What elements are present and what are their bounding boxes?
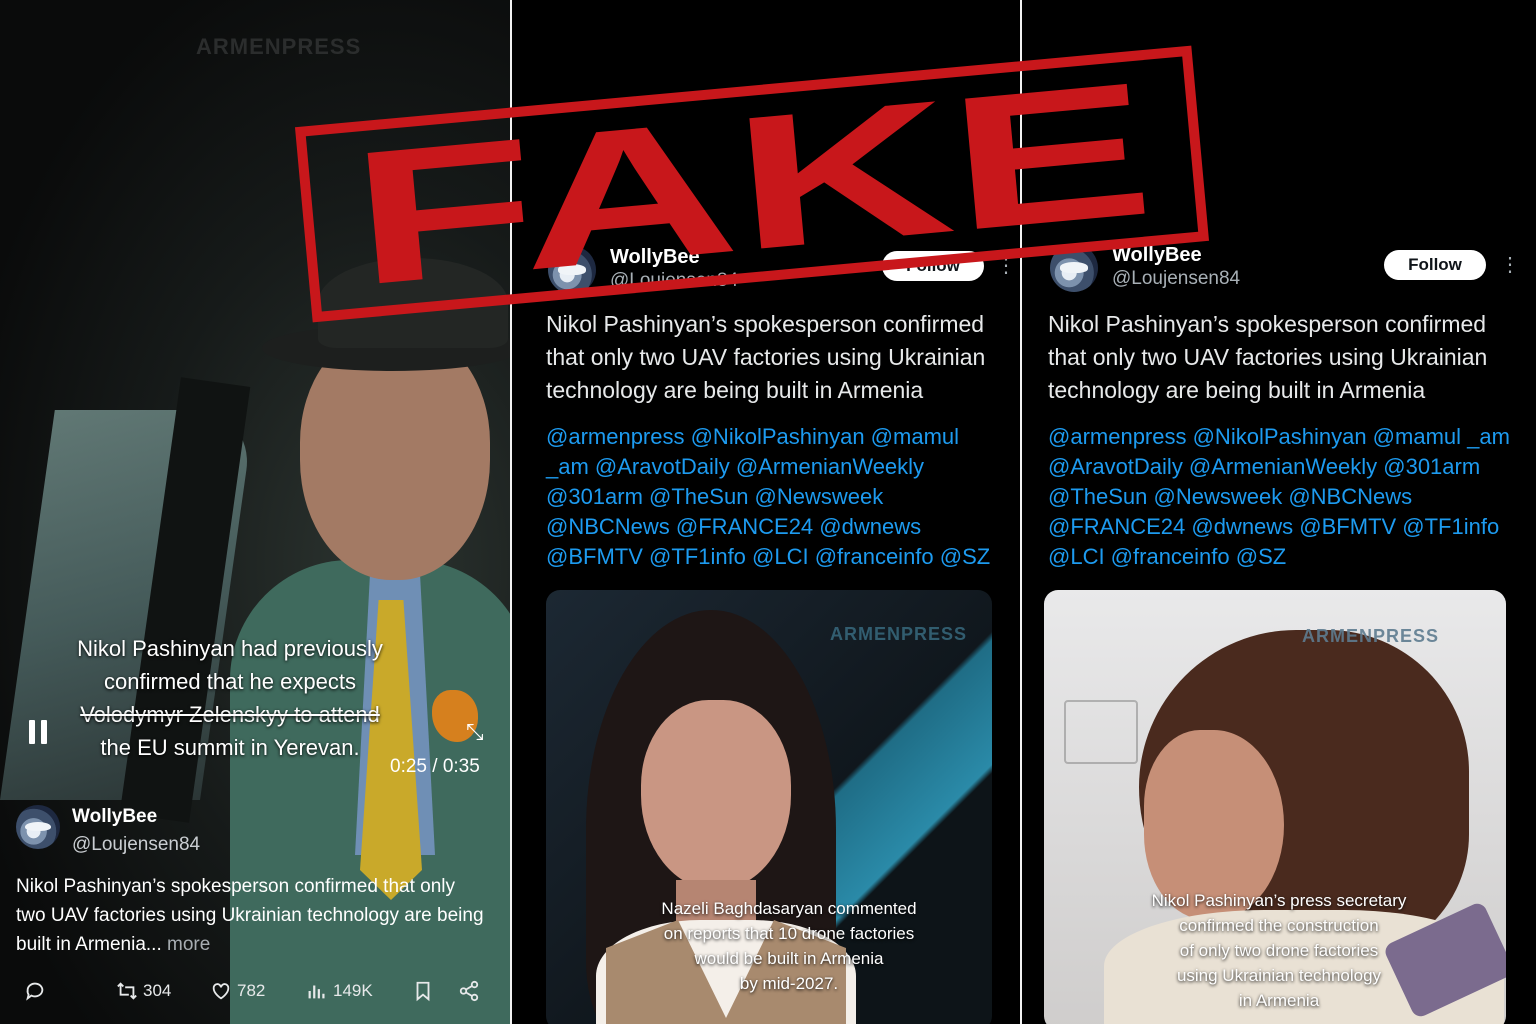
caption-line: in Armenia	[1238, 991, 1320, 1010]
tweet-mentions[interactable]: @armenpress @NikolPashinyan @mamul _am @…	[1048, 422, 1518, 572]
video-caption: Nazeli Baghdasaryan commented on reports…	[586, 896, 992, 996]
caption-line: on reports that 10 drone factories	[663, 924, 915, 943]
bookmark-button[interactable]	[412, 976, 434, 1006]
views-count: 149K	[333, 981, 373, 1000]
more-options-icon[interactable]: ⋮	[1500, 255, 1520, 275]
share-button[interactable]	[458, 976, 480, 1006]
caption-line: confirmed the construction	[1179, 916, 1379, 935]
tweet-video[interactable]: ARMENPRESS Nikol Pashinyan’s press secre…	[1044, 590, 1506, 1024]
caption-line: using Ukrainian technology	[1176, 966, 1382, 985]
video-timecode: 0:25 / 0:35	[390, 756, 480, 777]
tweet-text: Nikol Pashinyan’s spokesperson confirmed…	[546, 311, 986, 403]
armenpress-watermark: ARMENPRESS	[1302, 626, 1440, 646]
post-body: Nikol Pashinyan’s spokesperson confirmed…	[16, 876, 484, 955]
views-icon	[308, 985, 325, 999]
share-icon	[459, 980, 479, 1002]
like-icon	[212, 983, 230, 1000]
retweet-count: 304	[143, 981, 172, 1000]
retweet-icon	[117, 982, 137, 1000]
tweet-mentions[interactable]: @armenpress @NikolPashinyan @mamul _am @…	[546, 422, 1006, 572]
armenpress-watermark: ARMENPRESS	[830, 624, 968, 644]
more-link[interactable]: more	[167, 934, 210, 955]
reply-button[interactable]	[24, 976, 46, 1006]
pause-icon[interactable]	[28, 720, 48, 744]
follow-button[interactable]: Follow	[1384, 250, 1486, 280]
post-text: Nikol Pashinyan’s spokesperson confirmed…	[16, 872, 486, 959]
action-bar: 304 782 149K	[0, 976, 510, 1006]
like-count: 782	[237, 981, 266, 1000]
caption-line: the EU summit in Yerevan.	[100, 735, 360, 760]
armenpress-watermark: ARMENPRESS	[196, 34, 362, 59]
user-handle[interactable]: @Loujensen84	[1112, 268, 1240, 290]
woman-face-image	[641, 700, 791, 890]
caption-line: would be built in Armenia	[694, 949, 884, 968]
caption-line: Nazeli Baghdasaryan commented	[661, 899, 917, 918]
caption-line: Nikol Pashinyan had previously	[77, 636, 383, 661]
reply-icon	[26, 982, 44, 1001]
avatar[interactable]	[16, 805, 60, 849]
tweet-text: Nikol Pashinyan’s spokesperson confirmed…	[1048, 311, 1488, 403]
bookmark-icon	[416, 981, 430, 1002]
caption-line: by mid-2027.	[739, 974, 839, 993]
video-caption: Nikol Pashinyan had previously confirmed…	[40, 632, 420, 764]
caption-line: Nikol Pashinyan’s press secretary	[1151, 891, 1407, 910]
retweet-button[interactable]: 304	[116, 976, 171, 1006]
video-caption: Nikol Pashinyan’s press secretary confir…	[1084, 888, 1474, 1013]
user-name[interactable]: WollyBee	[72, 806, 157, 828]
views-button[interactable]: 149K	[306, 976, 373, 1006]
tweet-video[interactable]: ARMENPRESS Nazeli Baghdasaryan commented…	[546, 590, 992, 1024]
expand-icon[interactable]: ⤡	[466, 720, 490, 744]
user-handle[interactable]: @Loujensen84	[72, 834, 200, 856]
like-button[interactable]: 782	[210, 976, 265, 1006]
caption-line: confirmed that he expects	[104, 669, 356, 694]
building-logo-image	[1064, 700, 1138, 764]
caption-line: of only two drone factories	[1179, 941, 1379, 960]
caption-line-struck: Volodymyr Zelenskyy to attend	[80, 702, 380, 727]
